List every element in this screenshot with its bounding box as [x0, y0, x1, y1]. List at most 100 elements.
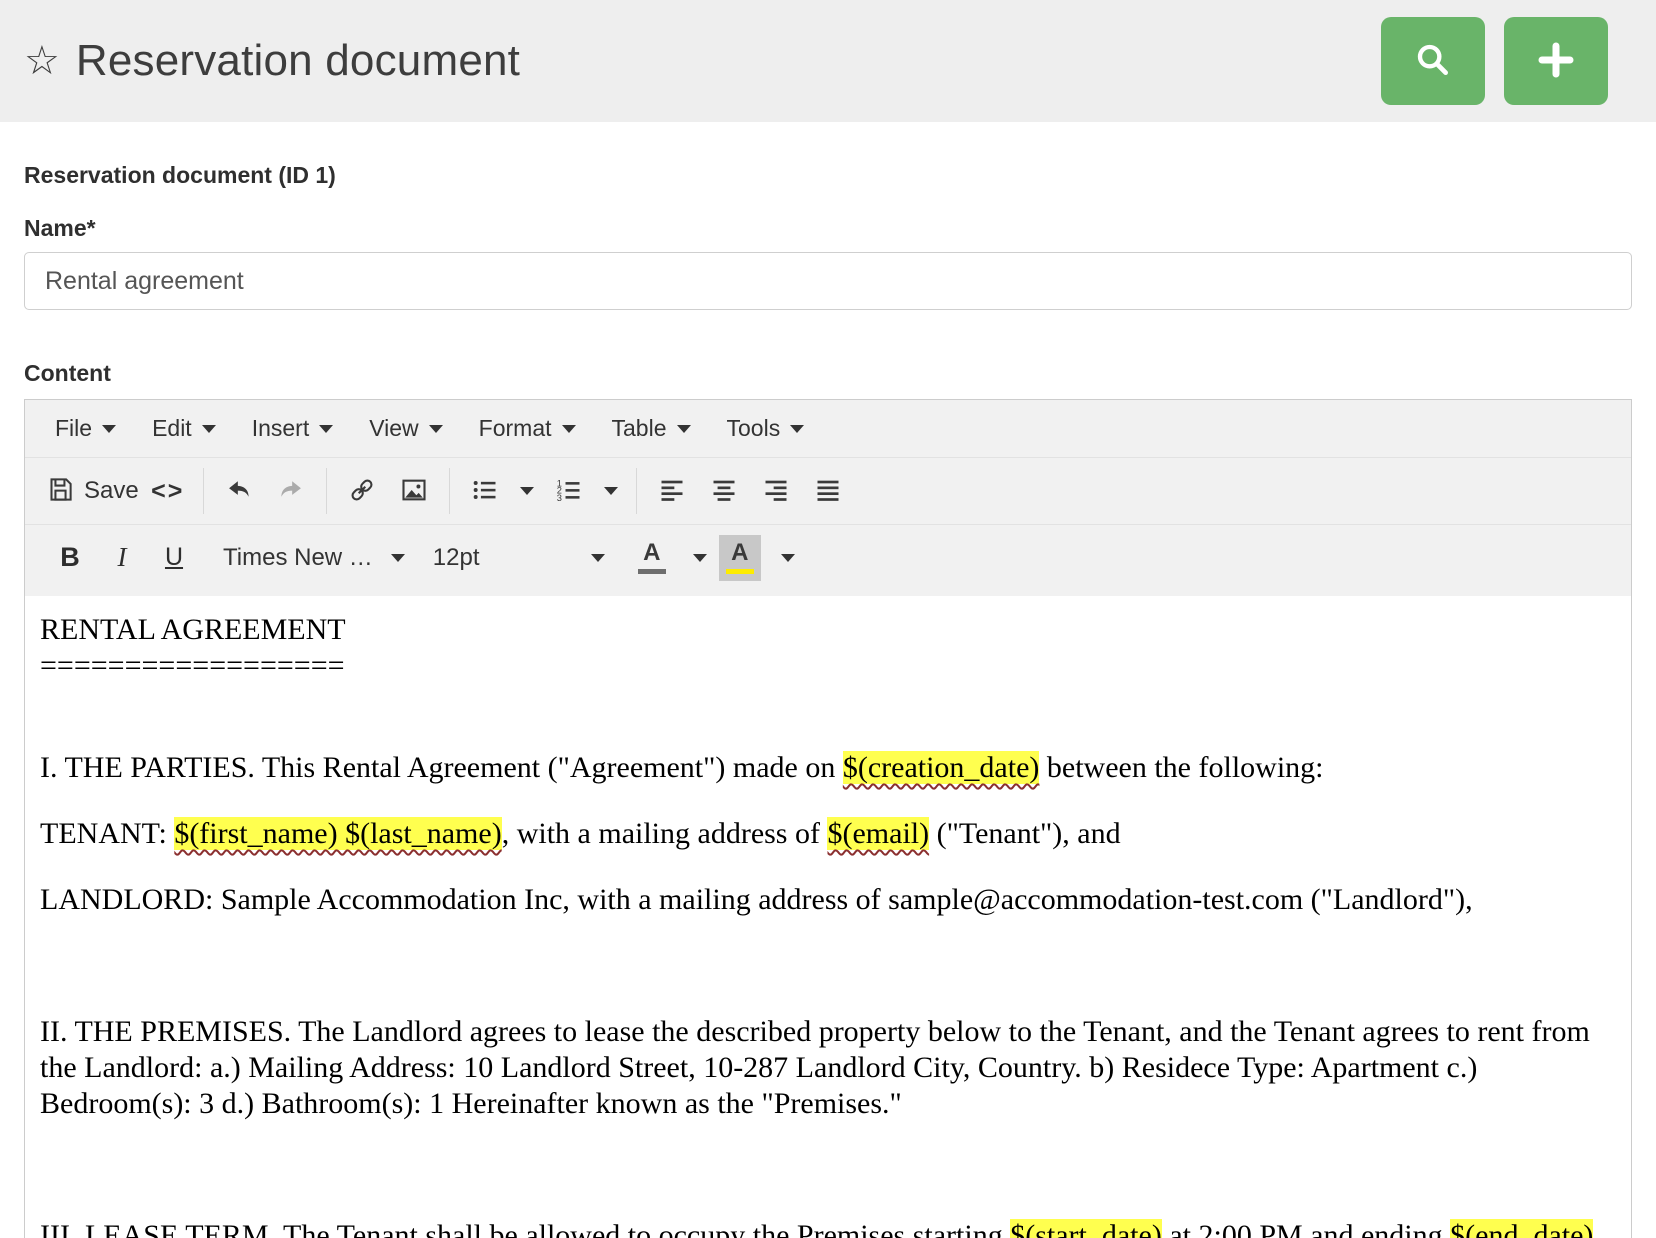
chevron-down-icon [781, 554, 795, 562]
text-color-swatch [638, 569, 666, 574]
editor-content-area[interactable]: RENTAL AGREEMENT================== I. TH… [25, 596, 1631, 1238]
page-header: ☆ Reservation document [0, 0, 1656, 122]
chevron-down-icon [202, 425, 216, 433]
bullet-list-options-button[interactable] [514, 468, 540, 514]
redo-icon [277, 476, 305, 507]
editor-toolbar-row2: B I U Times New … 12pt A A [25, 524, 1631, 596]
menu-table[interactable]: Table [594, 400, 709, 457]
chevron-down-icon [429, 425, 443, 433]
add-button[interactable] [1504, 17, 1608, 105]
undo-icon [225, 476, 253, 507]
doc-paragraph: LANDLORD: Sample Accommodation Inc, with… [40, 882, 1616, 918]
doc-paragraph: II. THE PREMISES. The Landlord agrees to… [40, 1014, 1616, 1122]
insert-image-button[interactable] [391, 468, 437, 514]
favorite-star-icon[interactable]: ☆ [24, 41, 60, 81]
numbered-list-options-button[interactable] [598, 468, 624, 514]
doc-text: TENANT: [40, 817, 174, 850]
doc-text: RENTAL AGREEMENT [40, 613, 346, 646]
doc-text: , with a mailing address of [502, 817, 828, 850]
chevron-down-icon [520, 487, 534, 495]
justify-icon [814, 476, 842, 507]
save-button[interactable]: Save [47, 468, 139, 514]
template-variable: $(start_date) [1010, 1219, 1162, 1238]
align-left-icon [658, 476, 686, 507]
link-icon [348, 476, 376, 507]
align-center-icon [710, 476, 738, 507]
background-color-swatch [726, 569, 754, 574]
bullet-list-button[interactable] [462, 468, 508, 514]
magnifier-icon [1413, 40, 1453, 83]
chevron-down-icon [591, 554, 605, 562]
name-label: Name* [24, 215, 1632, 242]
menu-edit[interactable]: Edit [134, 400, 234, 457]
chevron-down-icon [319, 425, 333, 433]
source-code-icon: <> [151, 477, 184, 506]
template-variable: $(creation_date) [843, 751, 1040, 784]
rich-text-editor: File Edit Insert View Format Table Tools… [24, 399, 1632, 1238]
chevron-down-icon [562, 425, 576, 433]
chevron-down-icon [604, 487, 618, 495]
numbered-list-button[interactable]: 123 [546, 468, 592, 514]
background-color-options-button[interactable] [775, 535, 801, 581]
italic-button[interactable]: I [99, 535, 145, 581]
undo-button[interactable] [216, 468, 262, 514]
plus-icon [1535, 39, 1577, 84]
main-content: Reservation document (ID 1) Name* Conten… [24, 162, 1632, 1238]
doc-text: ================== [40, 649, 345, 682]
editor-menubar: File Edit Insert View Format Table Tools [25, 400, 1631, 458]
align-right-button[interactable] [753, 468, 799, 514]
svg-text:3: 3 [556, 492, 561, 502]
text-color-options-button[interactable] [687, 535, 713, 581]
content-label: Content [24, 360, 1632, 387]
doc-text: ("Tenant"), and [929, 817, 1120, 850]
doc-text: at 2:00 PM and ending [1162, 1219, 1450, 1238]
menu-format[interactable]: Format [461, 400, 594, 457]
background-color-button[interactable]: A [719, 535, 761, 581]
editor-toolbar-row1: Save <> [25, 458, 1631, 524]
doc-paragraph [40, 948, 1616, 984]
underline-button[interactable]: U [151, 535, 197, 581]
text-color-button[interactable]: A [631, 535, 673, 581]
chevron-down-icon [790, 425, 804, 433]
numbered-list-icon: 123 [555, 476, 583, 507]
chevron-down-icon [693, 554, 707, 562]
name-input[interactable] [24, 252, 1632, 310]
template-variable: $(email) [827, 817, 929, 850]
floppy-disk-icon [47, 476, 74, 506]
doc-paragraph [40, 684, 1616, 720]
menu-view[interactable]: View [351, 400, 460, 457]
template-variable: $(first_name) $(last_name) [174, 817, 501, 850]
template-variable: $(end_date) [1450, 1219, 1593, 1238]
redo-button[interactable] [268, 468, 314, 514]
align-center-button[interactable] [701, 468, 747, 514]
doc-paragraph: TENANT: $(first_name) $(last_name), with… [40, 816, 1616, 852]
doc-text: I. THE PARTIES. This Rental Agreement ("… [40, 751, 843, 784]
bold-button[interactable]: B [47, 535, 93, 581]
align-left-button[interactable] [649, 468, 695, 514]
doc-text: between the following: [1039, 751, 1323, 784]
doc-text: II. THE PREMISES. The Landlord agrees to… [40, 1015, 1590, 1120]
menu-tools[interactable]: Tools [709, 400, 823, 457]
chevron-down-icon [102, 425, 116, 433]
doc-paragraph: I. THE PARTIES. This Rental Agreement ("… [40, 750, 1616, 786]
chevron-down-icon [391, 554, 405, 562]
doc-paragraph: RENTAL AGREEMENT================== [40, 612, 1616, 684]
align-right-icon [762, 476, 790, 507]
image-icon [400, 476, 428, 507]
justify-button[interactable] [805, 468, 851, 514]
menu-file[interactable]: File [37, 400, 134, 457]
search-button[interactable] [1381, 17, 1485, 105]
page-title: Reservation document [76, 36, 520, 86]
doc-paragraph [40, 1152, 1616, 1188]
font-size-select[interactable]: 12pt [419, 535, 619, 581]
doc-text: III. LEASE TERM. The Tenant shall be all… [40, 1219, 1010, 1238]
font-family-select[interactable]: Times New … [209, 535, 419, 581]
menu-insert[interactable]: Insert [234, 400, 352, 457]
insert-link-button[interactable] [339, 468, 385, 514]
doc-paragraph: III. LEASE TERM. The Tenant shall be all… [40, 1218, 1616, 1238]
bullet-list-icon [471, 476, 499, 507]
required-asterisk: * [87, 215, 96, 241]
chevron-down-icon [677, 425, 691, 433]
source-code-button[interactable]: <> [145, 468, 191, 514]
record-id-label: Reservation document (ID 1) [24, 162, 1632, 189]
